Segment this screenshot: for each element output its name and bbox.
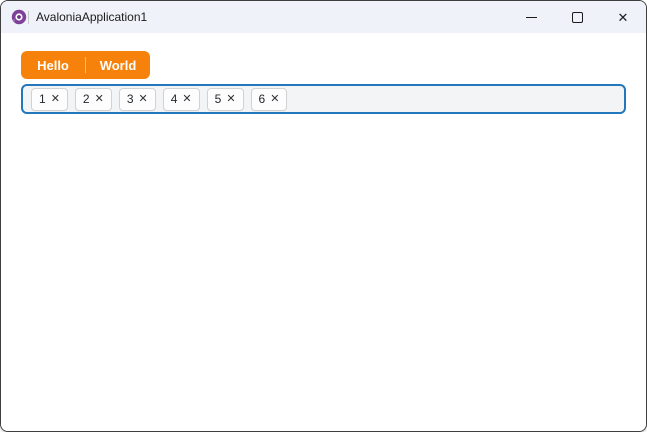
logo-stem-mark bbox=[28, 10, 29, 24]
chip-label: 4 bbox=[170, 92, 178, 106]
maximize-icon bbox=[571, 11, 583, 23]
chip-remove-icon[interactable]: ✕ bbox=[226, 93, 235, 105]
chip-remove-icon[interactable]: ✕ bbox=[51, 93, 60, 105]
chip-label: 2 bbox=[82, 92, 90, 106]
chip-item-4[interactable]: 4 ✕ bbox=[162, 87, 200, 111]
window-title: AvaloniaApplication1 bbox=[36, 10, 148, 24]
caption-buttons: ✕ bbox=[508, 1, 646, 33]
tab-strip: Hello World bbox=[21, 51, 150, 79]
window-content: Hello World 1 ✕ 2 ✕ 3 ✕ 4 ✕ 5 ✕ 6 ✕ bbox=[1, 33, 646, 431]
chip-label: 3 bbox=[126, 92, 134, 106]
chip-item-6[interactable]: 6 ✕ bbox=[250, 87, 288, 111]
chip-item-5[interactable]: 5 ✕ bbox=[206, 87, 244, 111]
tab-world[interactable]: World bbox=[86, 51, 150, 79]
close-button[interactable]: ✕ bbox=[600, 1, 646, 33]
chip-remove-icon[interactable]: ✕ bbox=[95, 93, 104, 105]
chip-remove-icon[interactable]: ✕ bbox=[270, 93, 279, 105]
tab-hello[interactable]: Hello bbox=[21, 51, 85, 79]
chip-item-2[interactable]: 2 ✕ bbox=[74, 87, 112, 111]
chip-remove-icon[interactable]: ✕ bbox=[139, 93, 148, 105]
minimize-button[interactable] bbox=[508, 1, 554, 33]
minimize-icon bbox=[525, 16, 537, 18]
chip-input-box[interactable]: 1 ✕ 2 ✕ 3 ✕ 4 ✕ 5 ✕ 6 ✕ bbox=[21, 84, 626, 114]
close-icon: ✕ bbox=[617, 9, 629, 25]
app-icon bbox=[11, 9, 29, 25]
chip-label: 1 bbox=[39, 92, 46, 106]
app-window: AvaloniaApplication1 ✕ Hello World 1 ✕ 2… bbox=[0, 0, 647, 432]
title-bar[interactable]: AvaloniaApplication1 ✕ bbox=[1, 1, 646, 33]
chip-label: 5 bbox=[214, 92, 222, 106]
chip-label: 6 bbox=[258, 92, 266, 106]
chip-remove-icon[interactable]: ✕ bbox=[182, 93, 191, 105]
avalonia-logo-icon bbox=[11, 9, 27, 25]
tab-hello-label: Hello bbox=[37, 57, 69, 73]
chip-item-3[interactable]: 3 ✕ bbox=[118, 87, 156, 111]
tab-world-label: World bbox=[99, 57, 137, 73]
maximize-button[interactable] bbox=[554, 1, 600, 33]
chip-item-1[interactable]: 1 ✕ bbox=[31, 87, 68, 111]
